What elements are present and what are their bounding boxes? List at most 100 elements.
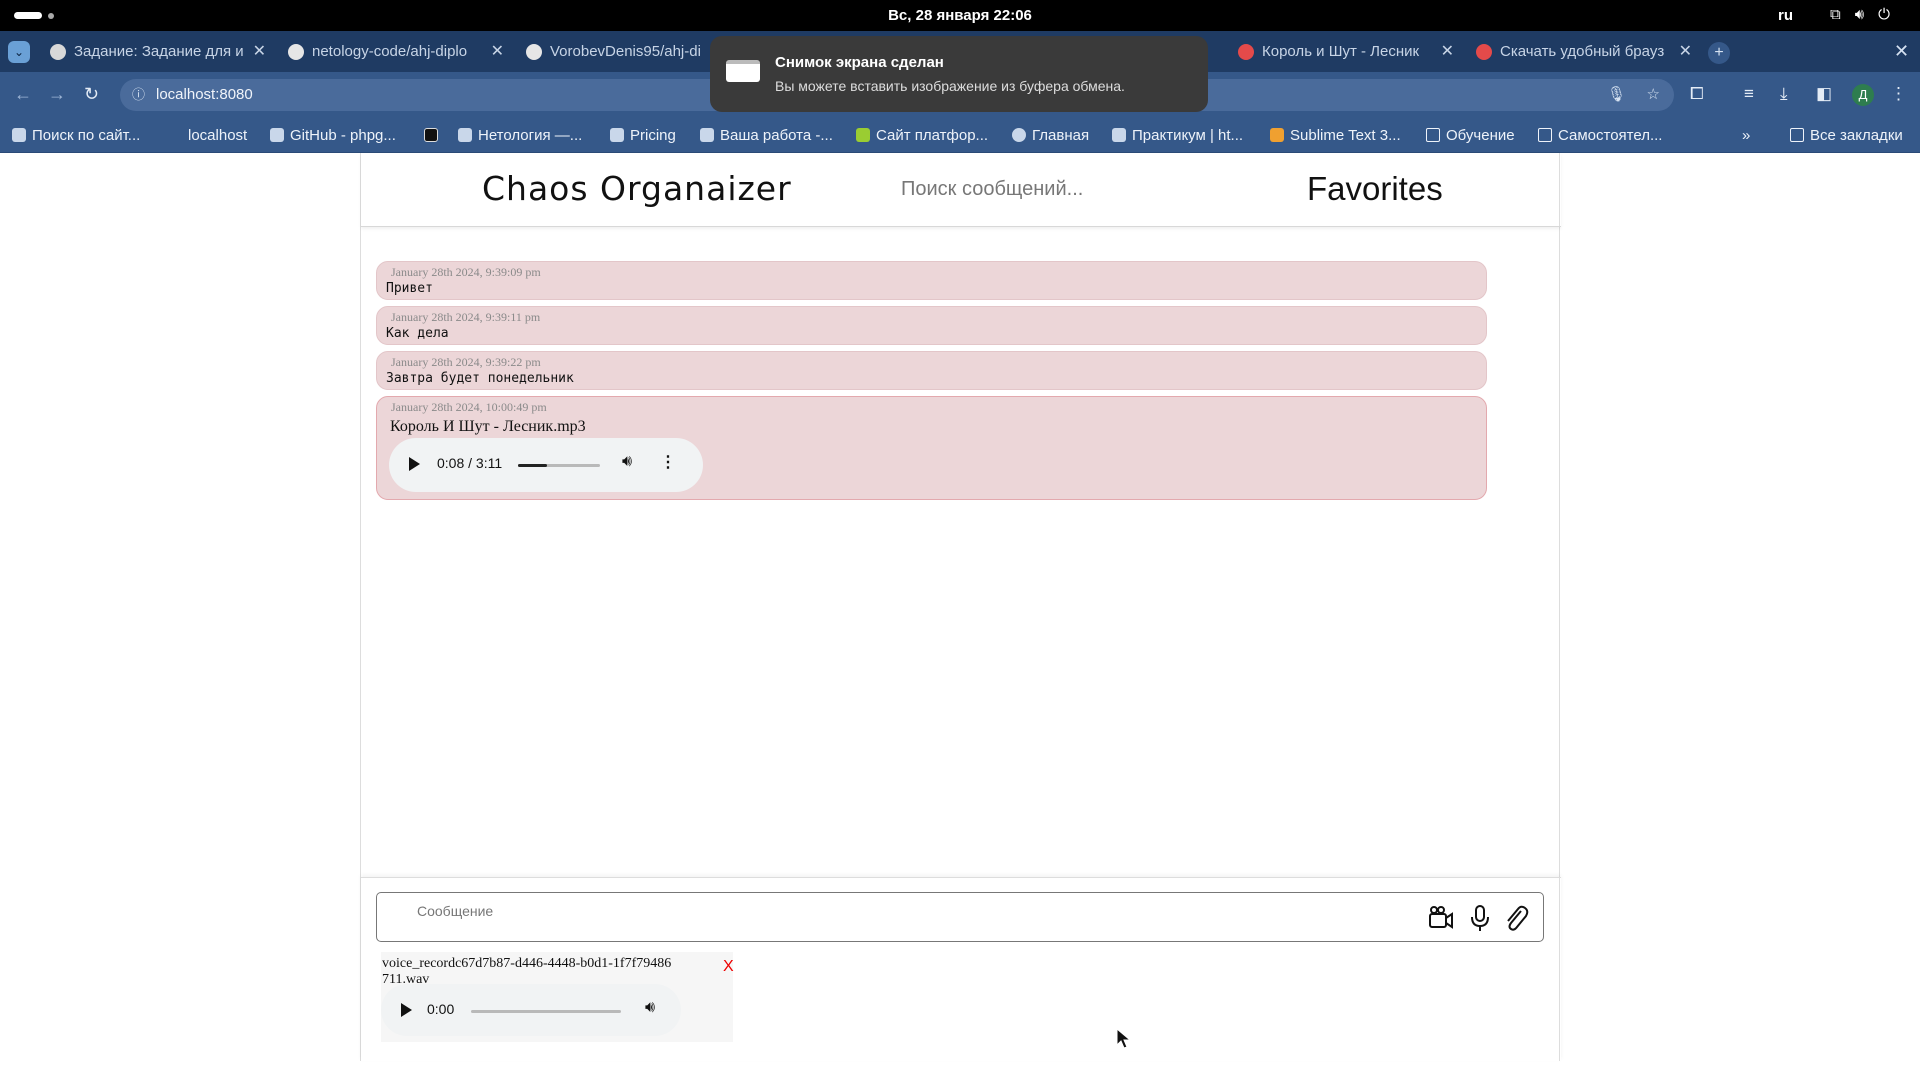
message-date: January 28th 2024, 10:00:49 pm [391, 400, 547, 414]
play-icon[interactable] [401, 1003, 412, 1017]
bookmark-favicon-icon [700, 128, 714, 142]
bookmark-folder[interactable]: Обучение [1426, 127, 1515, 144]
bookmark-label: Все закладки [1810, 127, 1903, 144]
play-icon[interactable] [409, 457, 420, 471]
attachment-audio-player[interactable]: 0:00 🔊︎ [381, 984, 681, 1036]
bookmark-star-icon[interactable]: ☆ [1647, 79, 1660, 111]
new-tab-button[interactable]: + [1708, 42, 1730, 64]
browser-tab[interactable]: Задание: Задание для и ✕ [40, 37, 272, 67]
bookmark-item[interactable]: GitHub - phpg... [270, 127, 396, 144]
bookmark-favicon-icon [610, 128, 624, 142]
yandex-favicon-icon [1238, 44, 1254, 60]
bookmark-label: Обучение [1446, 127, 1515, 144]
all-bookmarks-folder[interactable]: Все закладки [1790, 127, 1903, 144]
side-panel-icon[interactable]: ◧ [1816, 84, 1832, 104]
network-icon: ⧉ [1830, 6, 1841, 23]
volume-icon[interactable]: 🔊︎ [622, 453, 632, 471]
audio-seek-progress [518, 464, 547, 467]
tab-title: Король и Шут - Лесник [1262, 43, 1420, 60]
bookmark-item[interactable] [424, 127, 444, 144]
audio-seek-slider[interactable] [518, 464, 600, 467]
pending-attachment: voice_recordc67d7b87-d446-4448-b0d1-1f7f… [381, 952, 734, 1042]
message-date: January 28th 2024, 9:39:09 pm [391, 265, 541, 279]
notification-title: Снимок экрана сделан [775, 54, 944, 71]
bookmark-label: Нетология —... [478, 127, 583, 144]
notification-body: Вы можете вставить изображение из буфера… [775, 78, 1125, 94]
reload-icon[interactable]: ↻ [84, 84, 99, 105]
tab-title: netology-code/ahj-diplo [312, 43, 468, 60]
bookmark-item[interactable]: Pricing [610, 127, 676, 144]
bookmark-label: GitHub - phpg... [290, 127, 396, 144]
sublime-favicon-icon [1270, 128, 1284, 142]
tab-close-icon[interactable]: ✕ [253, 37, 266, 67]
folder-icon [1426, 128, 1440, 142]
bookmark-favicon-icon [856, 128, 870, 142]
folder-icon [1538, 128, 1552, 142]
message-composer: voice_recordc67d7b87-d446-4448-b0d1-1f7f… [361, 877, 1561, 1061]
app-header: Chaos Organaizer Favorites [361, 153, 1561, 227]
site-info-icon[interactable]: ⓘ [132, 79, 145, 111]
tab-close-icon[interactable]: ✕ [1679, 37, 1692, 67]
audio-file-name: Король И Шут - Лесник.mp3 [390, 418, 586, 435]
bookmark-item[interactable]: Сайт платфор... [856, 127, 988, 144]
bookmark-item[interactable]: Поиск по сайт... [12, 127, 140, 144]
message-text: Как дела [386, 326, 449, 341]
message-item[interactable]: January 28th 2024, 9:39:22 pm Завтра буд… [376, 351, 1487, 390]
browser-tab[interactable]: Скачать удобный брауз ✕ [1466, 37, 1698, 67]
audio-seek-slider[interactable] [471, 1010, 621, 1013]
system-clock[interactable]: Вс, 28 января 22:06 [0, 7, 1920, 24]
globe-icon [1012, 128, 1026, 142]
more-options-icon[interactable]: ⋮ [660, 452, 676, 472]
bookmark-item[interactable]: Ваша работа -... [700, 127, 833, 144]
browser-tab[interactable]: VorobevDenis95/ahj-di [516, 37, 716, 67]
bookmark-item[interactable]: Нетология —... [458, 127, 582, 144]
message-text: Привет [386, 281, 433, 296]
tab-title: VorobevDenis95/ahj-di [550, 43, 701, 60]
audio-time: 0:00 [427, 1001, 455, 1017]
browser-tab[interactable]: netology-code/ahj-diplo ✕ [278, 37, 510, 67]
system-top-bar: Вс, 28 января 22:06 ru ⧉ 🔊︎ ⏻ [0, 0, 1920, 31]
forward-arrow-icon[interactable]: → [48, 84, 66, 105]
browser-tab[interactable]: Король и Шут - Лесник ✕ [1228, 37, 1460, 67]
bookmark-label: Сайт платфор... [876, 127, 989, 144]
bookmark-label: Самостоятел... [1558, 127, 1663, 144]
tab-title: Скачать удобный брауз [1500, 43, 1665, 60]
microphone-icon[interactable] [1465, 903, 1495, 933]
message-date: January 28th 2024, 9:39:11 pm [391, 310, 541, 324]
voice-search-icon[interactable]: 🎙︎ [1607, 79, 1626, 111]
window-close-icon[interactable]: ✕ [1894, 41, 1909, 62]
screenshot-notification[interactable]: Снимок экрана сделан Вы можете вставить … [710, 36, 1208, 112]
bookmark-item[interactable]: localhost [188, 127, 247, 144]
message-search-input[interactable] [901, 171, 1201, 207]
tab-search-button[interactable]: ⌄ [8, 41, 30, 63]
more-bookmarks-chevron-icon[interactable]: » [1742, 127, 1750, 144]
audio-player[interactable]: 0:08 / 3:11 🔊︎ ⋮ [389, 438, 703, 492]
volume-icon[interactable]: 🔊︎ [645, 999, 655, 1017]
bookmark-item[interactable]: Главная [1012, 127, 1089, 144]
message-item[interactable]: January 28th 2024, 9:39:11 pm Как дела [376, 306, 1487, 345]
bookmark-item[interactable]: Практикум | ht... [1112, 127, 1243, 144]
tab-close-icon[interactable]: ✕ [1441, 37, 1454, 67]
tab-close-icon[interactable]: ✕ [491, 37, 504, 67]
paperclip-icon[interactable] [1501, 903, 1531, 933]
favorites-link[interactable]: Favorites [1307, 170, 1443, 208]
profile-avatar[interactable]: Д [1852, 84, 1874, 106]
bookmark-item[interactable]: Sublime Text 3... [1270, 127, 1401, 144]
browser-menu-icon[interactable]: ⋮ [1890, 84, 1907, 104]
bookmark-folder[interactable]: Самостоятел... [1538, 127, 1662, 144]
system-tray[interactable]: ⧉ 🔊︎ ⏻ [1830, 6, 1890, 23]
audio-message-item[interactable]: January 28th 2024, 10:00:49 pm Король И … [376, 396, 1487, 500]
downloads-icon[interactable]: ⤓ [1780, 84, 1788, 104]
remove-attachment-button[interactable]: X [723, 958, 734, 976]
message-item[interactable]: January 28th 2024, 9:39:09 pm Привет [376, 261, 1487, 300]
netology-favicon-icon [50, 44, 66, 60]
keyboard-language[interactable]: ru [1778, 7, 1793, 24]
back-arrow-icon[interactable]: ← [14, 84, 32, 105]
message-input[interactable] [417, 903, 1317, 919]
media-controls-icon[interactable]: ≡ [1744, 84, 1754, 104]
extensions-icon[interactable]: ⧠ [1690, 84, 1704, 104]
audio-time: 0:08 / 3:11 [437, 455, 503, 471]
message-list: January 28th 2024, 9:39:09 pm Привет Jan… [376, 261, 1487, 506]
video-camera-icon[interactable] [1426, 903, 1456, 933]
volume-icon: 🔊︎ [1854, 6, 1865, 23]
